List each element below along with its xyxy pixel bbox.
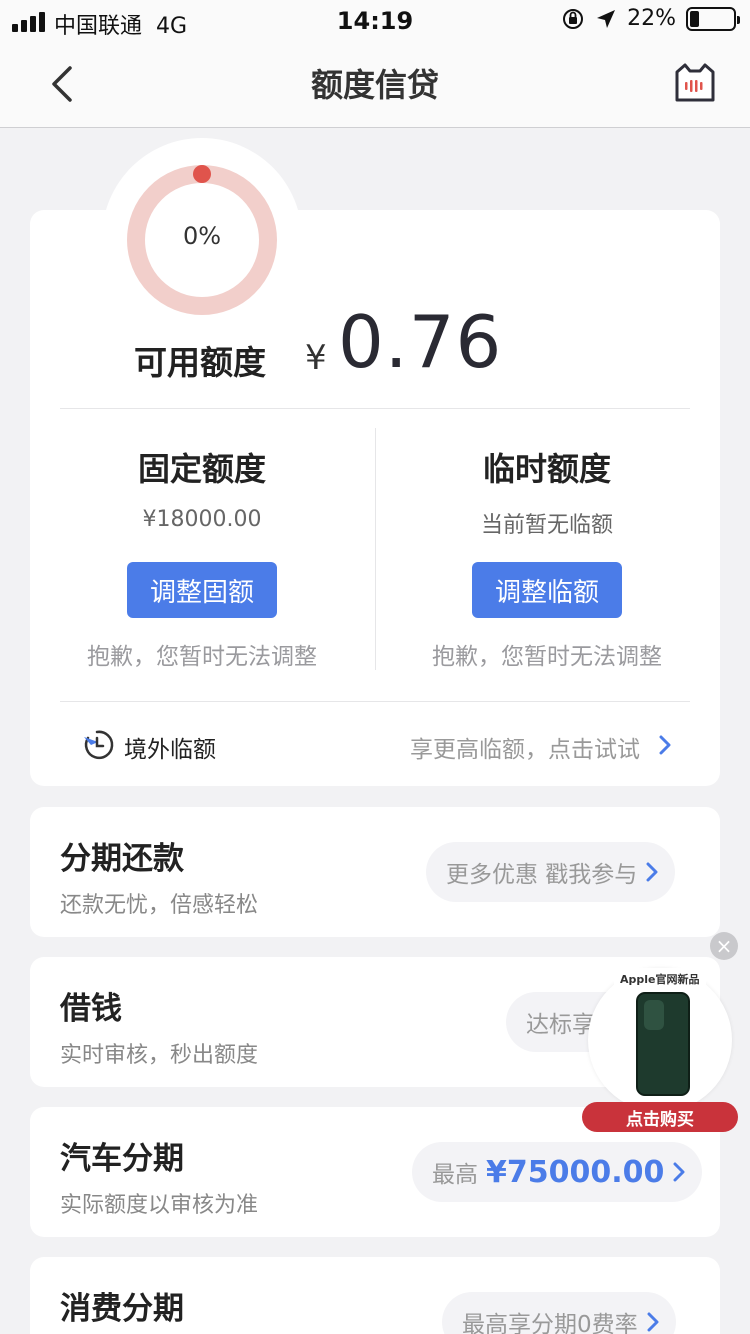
page-title: 额度信贷 <box>310 66 439 104</box>
divider <box>60 408 690 409</box>
ad-tag: Apple官网新品 <box>614 968 706 990</box>
chevron-right-icon <box>647 1312 659 1332</box>
pill-amount: ¥75000.00 <box>486 1154 665 1190</box>
ring-percent: 0% <box>182 222 222 250</box>
phone-image <box>636 992 690 1096</box>
overseas-credit-hint[interactable]: 享更高临额，点击试试 <box>410 730 640 764</box>
service-subtitle: 实时审核，秒出额度 <box>60 1043 259 1068</box>
status-right: 22% <box>561 6 740 31</box>
fixed-credit-value: ¥18000.00 <box>142 507 262 532</box>
divider <box>60 701 690 702</box>
battery-icon <box>686 6 740 31</box>
location-icon <box>597 9 616 28</box>
promo-pill[interactable]: 最高 ¥75000.00 <box>412 1142 703 1202</box>
service-title: 分期还款 <box>60 841 184 877</box>
adjust-fixed-credit-button[interactable]: 调整固额 <box>127 562 277 618</box>
service-card-consumer-installment[interactable]: 消费分期 最高享分期0费率 <box>30 1257 720 1334</box>
buy-now-button[interactable]: 点击购买 <box>582 1102 738 1132</box>
fixed-credit-note: 抱歉，您暂时无法调整 <box>87 644 317 670</box>
currency-symbol: ¥ <box>305 338 327 378</box>
pill-prefix: 最高 <box>432 1162 478 1188</box>
chevron-right-icon <box>646 862 658 882</box>
nav-bar: 额度信贷 <box>0 42 750 128</box>
adjust-temp-credit-button[interactable]: 调整临额 <box>472 562 622 618</box>
service-title: 借钱 <box>60 991 122 1027</box>
pill-text: 最高享分期0费率 <box>462 1312 638 1334</box>
temp-credit-note: 抱歉，您暂时无法调整 <box>432 644 662 670</box>
column-divider <box>375 428 376 670</box>
overseas-credit-label[interactable]: 境外临额 <box>124 730 216 764</box>
temp-credit-title: 临时额度 <box>482 450 611 488</box>
available-credit-amount: 0.76 <box>338 300 503 384</box>
cat-service-icon[interactable] <box>672 60 718 106</box>
temp-credit-value: 当前暂无临额 <box>480 513 613 538</box>
chevron-right-icon <box>673 1162 685 1182</box>
fixed-credit-title: 固定额度 <box>137 450 266 488</box>
promo-pill[interactable]: 更多优惠 戳我参与 <box>426 842 676 902</box>
service-title: 消费分期 <box>60 1291 184 1327</box>
battery-percent: 22% <box>627 6 676 31</box>
close-icon[interactable]: × <box>710 932 738 960</box>
pill-text: 更多优惠 戳我参与 <box>446 862 638 888</box>
available-credit-label: 可用额度 <box>134 343 266 382</box>
service-card-installment-repay[interactable]: 分期还款 还款无忧，倍感轻松 更多优惠 戳我参与 <box>30 807 720 937</box>
service-subtitle: 实际额度以审核为准 <box>60 1193 259 1218</box>
airplane-clock-icon <box>84 730 114 760</box>
promo-pill[interactable]: 最高享分期0费率 <box>442 1292 676 1334</box>
chevron-right-icon[interactable] <box>658 735 672 755</box>
status-bar: 中国联通 4G 14:19 22% <box>0 0 750 42</box>
service-title: 汽车分期 <box>60 1141 184 1177</box>
service-subtitle: 还款无忧，倍感轻松 <box>60 893 259 918</box>
rotation-lock-icon <box>563 8 584 29</box>
floating-ad[interactable]: × Apple官网新品 点击购买 <box>582 932 742 1136</box>
